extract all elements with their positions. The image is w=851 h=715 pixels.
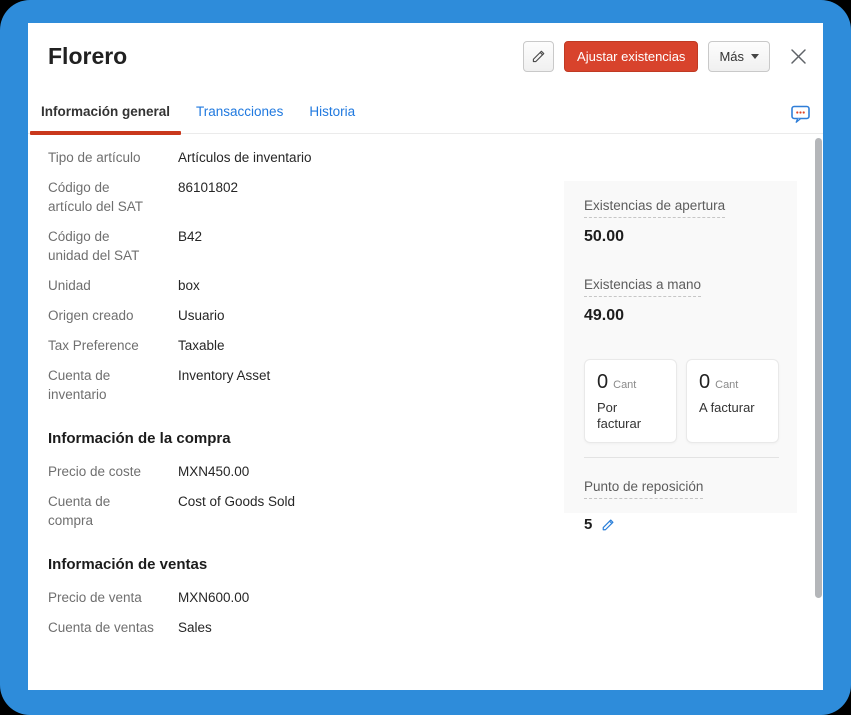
field-label: Tax Preference: [48, 336, 178, 355]
qty-row: 0 Cant: [699, 370, 766, 394]
field-row-codigo-unidad-sat: Código de unidad del SAT B42: [48, 227, 548, 265]
purchase-section-title: Información de la compra: [48, 430, 548, 448]
sales-section-title: Información de ventas: [48, 556, 548, 574]
field-row-tax-preference: Tax Preference Taxable: [48, 336, 548, 355]
stock-on-hand-group: Existencias a mano 49.00: [584, 276, 779, 325]
field-label: Unidad: [48, 276, 178, 295]
field-value: Usuario: [178, 306, 548, 325]
field-row-cuenta-inventario: Cuenta de inventario Inventory Asset: [48, 366, 548, 404]
field-row-codigo-articulo-sat: Código de artículo del SAT 86101802: [48, 178, 548, 216]
stock-on-hand-label: Existencias a mano: [584, 276, 701, 297]
field-value: box: [178, 276, 548, 295]
field-row-cuenta-compra: Cuenta de compra Cost of Goods Sold: [48, 492, 548, 530]
field-value: Inventory Asset: [178, 366, 548, 404]
adjust-stock-button[interactable]: Ajustar existencias: [564, 41, 698, 72]
field-row-origen: Origen creado Usuario: [48, 306, 548, 325]
edit-button[interactable]: [523, 41, 554, 72]
tab-bar: Información general Transacciones Histor…: [28, 104, 823, 134]
field-value: 86101802: [178, 178, 548, 216]
qty-unit: Cant: [613, 379, 636, 391]
qty-caption: Por facturar: [597, 400, 664, 432]
qty-row: 0 Cant: [597, 370, 664, 394]
field-value: Sales: [178, 618, 548, 637]
field-value: Taxable: [178, 336, 548, 355]
item-fields: Tipo de artículo Artículos de inventario…: [28, 134, 548, 637]
field-value: Artículos de inventario: [178, 148, 548, 167]
pencil-icon: [601, 518, 615, 532]
tab-label: Historia: [309, 104, 355, 119]
stock-on-hand-value: 49.00: [584, 306, 779, 325]
header-actions: Ajustar existencias Más: [523, 41, 808, 72]
tab-transacciones[interactable]: Transacciones: [185, 104, 294, 133]
reorder-point-label: Punto de reposición: [584, 478, 703, 499]
field-value: B42: [178, 227, 548, 265]
field-row-tipo: Tipo de artículo Artículos de inventario: [48, 148, 548, 167]
comment-dots-icon: [791, 105, 811, 124]
tab-historia[interactable]: Historia: [298, 104, 366, 133]
field-row-unidad: Unidad box: [48, 276, 548, 295]
field-label: Precio de venta: [48, 588, 178, 607]
app-backdrop: Florero Ajustar existencias Más: [0, 0, 851, 715]
qty-value: 0: [699, 370, 710, 394]
qty-caption: A facturar: [699, 400, 766, 416]
reorder-point-row: 5: [584, 516, 779, 533]
field-value: Cost of Goods Sold: [178, 492, 548, 530]
qty-to-bill-card[interactable]: 0 Cant A facturar: [686, 359, 779, 443]
field-label: Cuenta de compra: [48, 492, 178, 530]
tab-label: Información general: [41, 104, 170, 119]
field-label: Origen creado: [48, 306, 178, 325]
close-button[interactable]: [789, 47, 808, 66]
opening-stock-value: 50.00: [584, 227, 779, 246]
adjust-stock-label: Ajustar existencias: [577, 49, 685, 64]
panel-header: Florero Ajustar existencias Más: [28, 23, 823, 75]
field-value: MXN450.00: [178, 462, 548, 481]
field-label: Cuenta de ventas: [48, 618, 178, 637]
quantity-cards: 0 Cant Por facturar 0 Cant A facturar: [584, 359, 779, 443]
more-button[interactable]: Más: [708, 41, 770, 72]
reorder-edit-button[interactable]: [601, 518, 615, 532]
field-label: Cuenta de inventario: [48, 366, 178, 404]
caret-down-icon: [751, 54, 759, 59]
comments-button[interactable]: [791, 105, 811, 124]
field-row-precio-coste: Precio de coste MXN450.00: [48, 462, 548, 481]
opening-stock-group: Existencias de apertura 50.00: [584, 197, 779, 246]
tab-label: Transacciones: [196, 104, 283, 119]
panel-divider: [584, 457, 779, 458]
field-value: MXN600.00: [178, 588, 548, 607]
field-label: Código de unidad del SAT: [48, 227, 178, 265]
more-label: Más: [719, 49, 744, 64]
reorder-point-value: 5: [584, 516, 592, 533]
item-detail-panel: Florero Ajustar existencias Más: [28, 23, 823, 690]
close-icon: [789, 47, 808, 66]
tab-informacion-general[interactable]: Información general: [30, 104, 181, 133]
qty-to-invoice-card[interactable]: 0 Cant Por facturar: [584, 359, 677, 443]
scrollbar-thumb[interactable]: [815, 138, 822, 598]
field-label: Tipo de artículo: [48, 148, 178, 167]
field-label: Código de artículo del SAT: [48, 178, 178, 216]
qty-value: 0: [597, 370, 608, 394]
qty-unit: Cant: [715, 379, 738, 391]
opening-stock-label: Existencias de apertura: [584, 197, 725, 218]
tab-content-general: Tipo de artículo Artículos de inventario…: [28, 134, 823, 696]
field-row-precio-venta: Precio de venta MXN600.00: [48, 588, 548, 607]
pencil-icon: [531, 49, 546, 64]
field-label: Precio de coste: [48, 462, 178, 481]
field-row-cuenta-ventas: Cuenta de ventas Sales: [48, 618, 548, 637]
stock-summary-panel: Existencias de apertura 50.00 Existencia…: [564, 181, 797, 513]
reorder-point-group: Punto de reposición 5: [584, 478, 779, 533]
